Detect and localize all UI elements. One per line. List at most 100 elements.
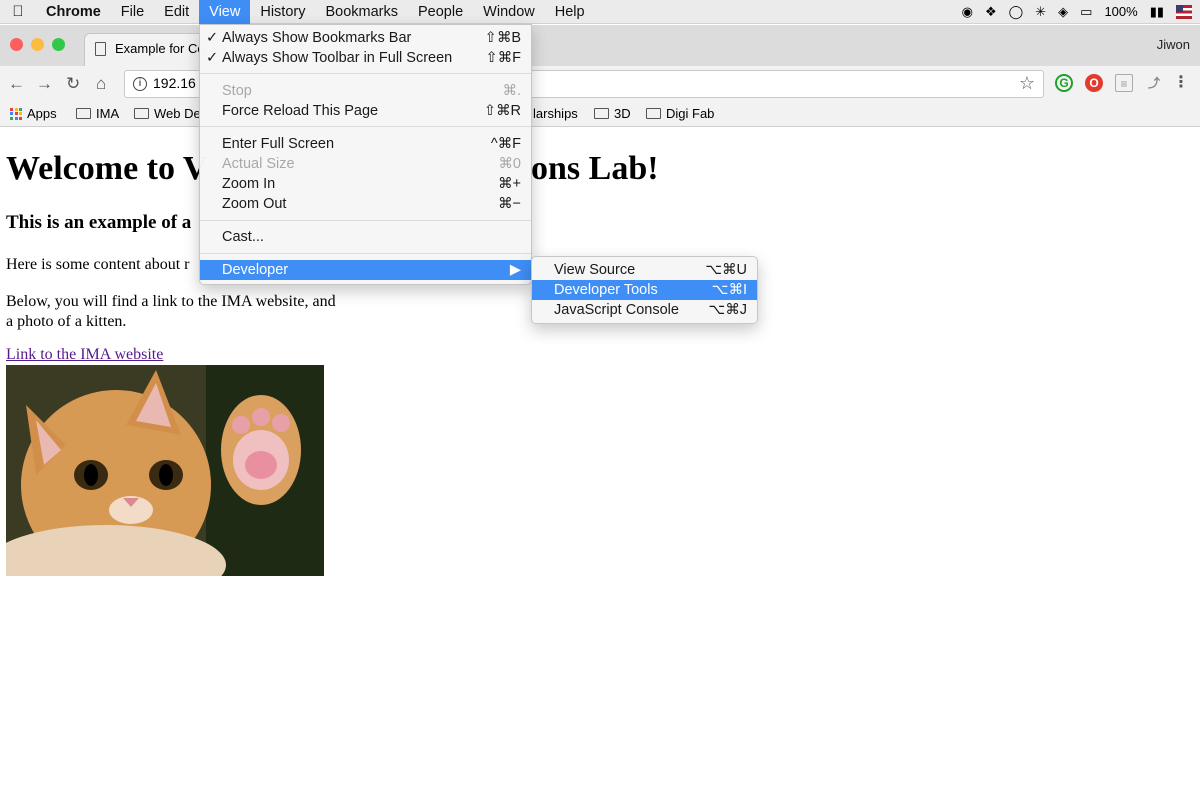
menu-item-zoom-in[interactable]: Zoom In ⌘+ bbox=[200, 174, 531, 194]
folder-icon bbox=[646, 108, 661, 119]
bookmark-label: Apps bbox=[27, 106, 57, 121]
page-heading-right: ons Lab! bbox=[531, 150, 659, 187]
reload-icon[interactable]: ↻ bbox=[66, 74, 80, 94]
folder-icon bbox=[594, 108, 609, 119]
menu-view[interactable]: View bbox=[199, 0, 251, 24]
url-text: 192.16 bbox=[153, 75, 196, 91]
menu-item-cast[interactable]: Cast... bbox=[200, 227, 531, 247]
battery-percent: 100% bbox=[1104, 4, 1138, 19]
extension-icon[interactable]: ≡ bbox=[1115, 74, 1133, 92]
bookmark-web-dev[interactable]: Web De bbox=[134, 106, 201, 121]
menu-item-label: Always Show Bookmarks Bar bbox=[222, 30, 412, 46]
menu-item-view-source[interactable]: View Source ⌥⌘U bbox=[532, 260, 757, 280]
page-heading-left: Welcome to V bbox=[6, 150, 208, 187]
browser-toolbar: ← → ↻ ⌂ i 192.16 ☆ G O ≡ ⤴ ⋮ bbox=[0, 66, 1200, 102]
page-subheading: This is an example of a bbox=[6, 212, 192, 233]
macos-menu-bar:  Chrome File Edit View History Bookmark… bbox=[0, 0, 1200, 24]
bookmark-scholarships[interactable]: larships bbox=[533, 106, 578, 121]
menu-item-actual-size[interactable]: Actual Size ⌘0 bbox=[200, 154, 531, 174]
folder-icon bbox=[76, 108, 91, 119]
menu-file[interactable]: File bbox=[111, 0, 154, 24]
menu-bookmarks[interactable]: Bookmarks bbox=[315, 0, 408, 24]
menu-item-developer-tools[interactable]: Developer Tools ⌥⌘I bbox=[532, 280, 757, 300]
developer-submenu: View Source ⌥⌘U Developer Tools ⌥⌘I Java… bbox=[531, 256, 758, 324]
apple-icon[interactable]:  bbox=[0, 3, 36, 20]
bookmark-label: IMA bbox=[96, 106, 120, 121]
ima-website-link[interactable]: Link to the IMA website bbox=[6, 346, 163, 364]
menu-separator bbox=[200, 73, 531, 74]
battery-icon[interactable]: ▮▮ bbox=[1150, 4, 1164, 20]
menu-item-label: Enter Full Screen bbox=[222, 136, 335, 152]
menu-item-label: Cast... bbox=[222, 229, 264, 245]
menu-item-shortcut: ⌘. bbox=[502, 83, 521, 99]
home-icon[interactable]: ⌂ bbox=[96, 74, 106, 94]
tab-title: Example for Co bbox=[115, 41, 205, 56]
folder-icon bbox=[134, 108, 149, 119]
forward-icon[interactable]: → bbox=[36, 74, 53, 94]
close-window-button[interactable] bbox=[10, 38, 23, 51]
document-icon bbox=[95, 42, 106, 56]
tab-strip: Example for Co Jiwon bbox=[0, 25, 1200, 66]
menu-separator bbox=[200, 220, 531, 221]
menu-item-javascript-console[interactable]: JavaScript Console ⌥⌘J bbox=[532, 300, 757, 320]
menu-item-zoom-out[interactable]: Zoom Out ⌘− bbox=[200, 194, 531, 214]
menu-item-developer[interactable]: Developer ▶ bbox=[200, 260, 531, 280]
kitten-illustration bbox=[6, 365, 324, 576]
bluetooth-icon[interactable]: ✳ bbox=[1035, 4, 1046, 20]
bookmark-label: Web De bbox=[154, 106, 201, 121]
minimize-window-button[interactable] bbox=[31, 38, 44, 51]
bookmark-3d[interactable]: 3D bbox=[594, 106, 631, 121]
bookmark-digi-fab[interactable]: Digi Fab bbox=[646, 106, 714, 121]
menu-history[interactable]: History bbox=[250, 0, 315, 24]
window-controls bbox=[10, 38, 65, 51]
menu-item-stop[interactable]: Stop ⌘. bbox=[200, 81, 531, 101]
menu-item-label: Zoom In bbox=[222, 176, 276, 192]
menu-item-label: Developer bbox=[222, 262, 289, 278]
menu-item-shortcut: ⇧⌘R bbox=[483, 103, 521, 119]
flag-icon[interactable] bbox=[1176, 4, 1192, 19]
zoom-window-button[interactable] bbox=[52, 38, 65, 51]
bookmark-apps[interactable]: Apps bbox=[10, 106, 57, 121]
menu-item-shortcut: ⌥⌘I bbox=[711, 282, 747, 298]
menu-edit[interactable]: Edit bbox=[154, 0, 199, 24]
bookmark-star-icon[interactable]: ☆ bbox=[1019, 73, 1035, 94]
menu-window[interactable]: Window bbox=[473, 0, 545, 24]
menu-item-label: View Source bbox=[554, 262, 636, 278]
view-menu: ✓ Always Show Bookmarks Bar ⇧⌘B ✓ Always… bbox=[199, 24, 532, 285]
submenu-arrow-icon: ▶ bbox=[509, 262, 521, 278]
menu-item-shortcut: ^⌘F bbox=[490, 136, 521, 152]
menu-item-enter-full-screen[interactable]: Enter Full Screen ^⌘F bbox=[200, 134, 531, 154]
airplay-icon[interactable]: ▭ bbox=[1080, 4, 1092, 20]
cast-extension-icon[interactable]: ⤴ bbox=[1145, 74, 1163, 92]
dropbox-icon[interactable]: ❖ bbox=[985, 4, 997, 20]
menu-separator bbox=[200, 126, 531, 127]
content-paragraph: Here is some content about r bbox=[6, 256, 190, 273]
menu-item-label: Stop bbox=[222, 83, 252, 99]
menu-item-label: Force Reload This Page bbox=[222, 103, 379, 119]
menu-chrome[interactable]: Chrome bbox=[36, 0, 111, 24]
profile-button[interactable]: Jiwon bbox=[1157, 37, 1190, 52]
menu-item-shortcut: ⌘0 bbox=[498, 156, 521, 172]
menu-people[interactable]: People bbox=[408, 0, 473, 24]
menu-item-shortcut: ⌥⌘U bbox=[705, 262, 747, 278]
back-icon[interactable]: ← bbox=[8, 74, 25, 94]
opera-icon[interactable]: O bbox=[1085, 74, 1103, 92]
menu-item-force-reload[interactable]: Force Reload This Page ⇧⌘R bbox=[200, 101, 531, 121]
info-icon[interactable]: i bbox=[133, 77, 147, 91]
browser-tab[interactable]: Example for Co bbox=[84, 33, 214, 66]
menu-item-always-show-bookmarks-bar[interactable]: ✓ Always Show Bookmarks Bar ⇧⌘B bbox=[200, 28, 531, 48]
menu-help[interactable]: Help bbox=[545, 0, 595, 24]
sync-icon[interactable]: ◯ bbox=[1009, 4, 1024, 20]
menu-item-shortcut: ⌘+ bbox=[498, 176, 521, 192]
bookmark-label: 3D bbox=[614, 106, 631, 121]
chrome-menu-icon[interactable]: ⋮ bbox=[1172, 74, 1190, 92]
bookmark-ima[interactable]: IMA bbox=[76, 106, 119, 121]
grammarly-icon[interactable]: G bbox=[1055, 74, 1073, 92]
wechat-icon[interactable]: ◉ bbox=[962, 4, 973, 20]
wifi-icon[interactable]: ◈ bbox=[1058, 4, 1068, 20]
menu-item-label: Developer Tools bbox=[554, 282, 658, 298]
menu-item-label: Actual Size bbox=[222, 156, 295, 172]
menu-item-always-show-toolbar[interactable]: ✓ Always Show Toolbar in Full Screen ⇧⌘F bbox=[200, 48, 531, 68]
menu-item-label: Always Show Toolbar in Full Screen bbox=[222, 50, 453, 66]
menu-item-label: JavaScript Console bbox=[554, 302, 679, 318]
